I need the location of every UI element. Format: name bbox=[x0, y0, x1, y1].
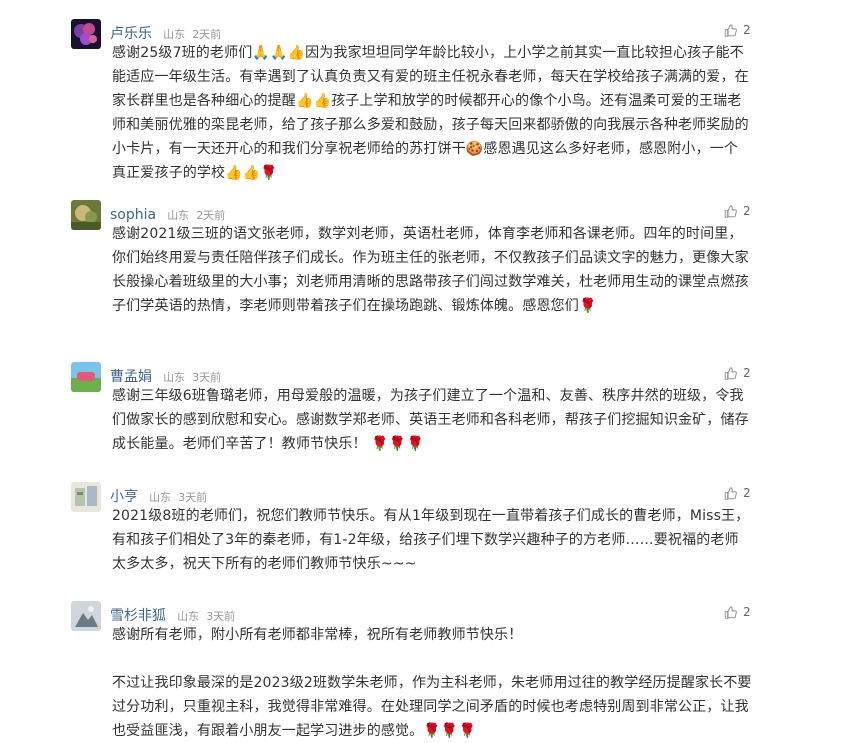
comment-text: 感谢25级7班的老师们🙏🙏👍因为我家坦坦同学年龄比较小，上小学之前其实一直比较担… bbox=[112, 45, 749, 181]
thumbs-up-icon bbox=[724, 23, 737, 37]
comment-text: 感谢所有老师，附小所有老师都非常棒，祝所有老师教师节快乐！ bbox=[112, 627, 523, 643]
avatar[interactable] bbox=[71, 200, 101, 230]
author-name[interactable]: 雪杉非狐 bbox=[110, 608, 166, 624]
location: 山东 bbox=[149, 491, 172, 504]
thumbs-up-icon bbox=[724, 366, 737, 380]
thumbs-up-icon bbox=[724, 204, 737, 218]
avatar[interactable] bbox=[71, 482, 101, 512]
location: 山东 bbox=[163, 371, 186, 384]
like-button[interactable]: 2 bbox=[724, 486, 751, 500]
timestamp: 3天前 bbox=[206, 610, 236, 623]
author-name[interactable]: 曹孟娟 bbox=[110, 369, 152, 385]
comment-text: 2021级8班的老师们，祝您们教师节快乐。有从1年级到现在一直带着孩子们成长的曹… bbox=[112, 508, 750, 572]
like-count: 2 bbox=[743, 23, 751, 37]
timestamp: 2天前 bbox=[192, 28, 222, 41]
comment-body: 感谢25级7班的老师们🙏🙏👍因为我家坦坦同学年龄比较小，上小学之前其实一直比较担… bbox=[112, 41, 752, 185]
author-name[interactable]: 小亨 bbox=[110, 489, 138, 505]
author-name[interactable]: sophia bbox=[110, 207, 156, 223]
comment-text: 感谢三年级6班鲁璐老师，用母爱般的温暖，为孩子们建立了一个温和、友善、秩序井然的… bbox=[112, 388, 749, 452]
comment-body: 感谢2021级三班的语文张老师，数学刘老师，英语杜老师，体育李老师和各课老师。四… bbox=[112, 222, 752, 318]
comment-body: 2021级8班的老师们，祝您们教师节快乐。有从1年级到现在一直带着孩子们成长的曹… bbox=[112, 504, 752, 576]
like-count: 2 bbox=[743, 366, 751, 380]
like-button[interactable]: 2 bbox=[724, 23, 751, 37]
like-button[interactable]: 2 bbox=[724, 605, 751, 619]
location: 山东 bbox=[177, 610, 200, 623]
like-count: 2 bbox=[743, 204, 751, 218]
avatar[interactable] bbox=[71, 362, 101, 392]
comment-body: 感谢三年级6班鲁璐老师，用母爱般的温暖，为孩子们建立了一个温和、友善、秩序井然的… bbox=[112, 384, 752, 456]
location: 山东 bbox=[167, 209, 190, 222]
location: 山东 bbox=[163, 28, 186, 41]
timestamp: 3天前 bbox=[192, 371, 222, 384]
like-button[interactable]: 2 bbox=[724, 204, 751, 218]
thumbs-up-icon bbox=[724, 486, 737, 500]
comment-text: 不过让我印象最深的是2023级2班数学朱老师，作为主科老师，朱老师用过往的教学经… bbox=[112, 675, 752, 739]
comment-body: 感谢所有老师，附小所有老师都非常棒，祝所有老师教师节快乐！ 不过让我印象最深的是… bbox=[112, 623, 752, 743]
like-count: 2 bbox=[743, 605, 751, 619]
like-button[interactable]: 2 bbox=[724, 366, 751, 380]
thumbs-up-icon bbox=[724, 605, 737, 619]
avatar[interactable] bbox=[71, 19, 101, 49]
timestamp: 3天前 bbox=[178, 491, 208, 504]
avatar[interactable] bbox=[71, 601, 101, 631]
timestamp: 2天前 bbox=[196, 209, 226, 222]
comment-text: 感谢2021级三班的语文张老师，数学刘老师，英语杜老师，体育李老师和各课老师。四… bbox=[112, 226, 749, 314]
author-name[interactable]: 卢乐乐 bbox=[110, 26, 152, 42]
like-count: 2 bbox=[743, 486, 751, 500]
